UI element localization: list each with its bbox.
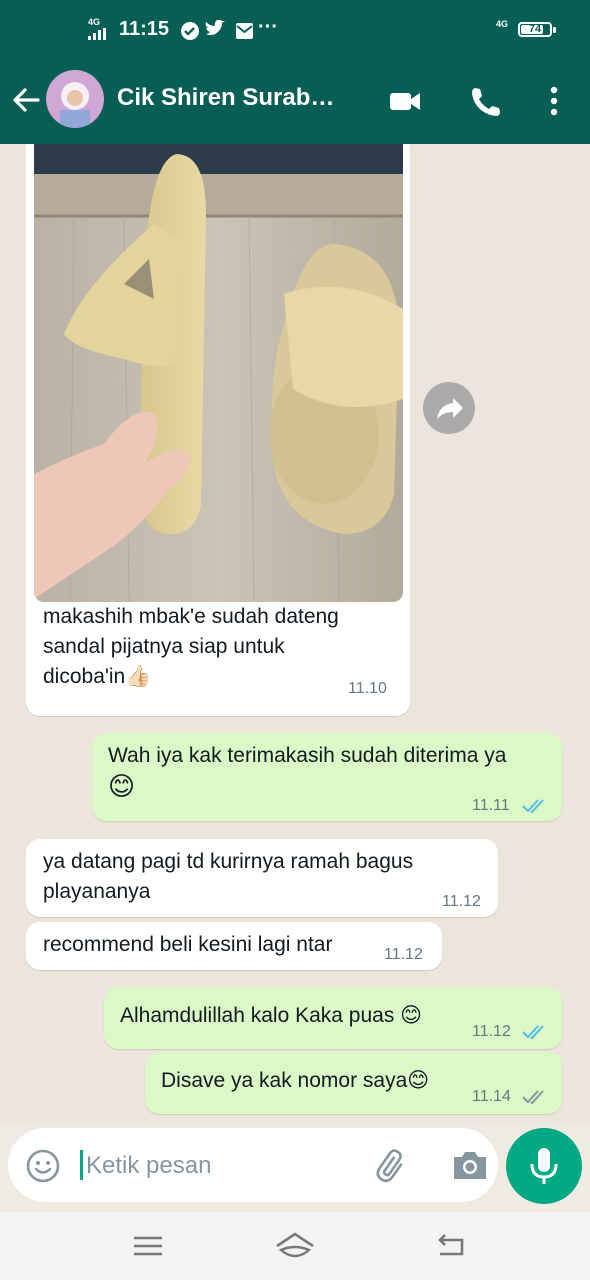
delivered-ticks-icon: [522, 1090, 544, 1105]
message-bubble-incoming[interactable]: recommend beli kesini lagi ntar 11.12: [26, 922, 442, 970]
message-time: 11.12: [472, 1023, 511, 1040]
battery-icon: 74: [518, 22, 556, 37]
back-arrow-icon[interactable]: [10, 84, 42, 116]
back-icon[interactable]: [432, 1230, 472, 1262]
message-input[interactable]: Ketik pesan: [86, 1152, 211, 1180]
more-notifications-icon: ···: [258, 16, 278, 38]
attach-icon[interactable]: [374, 1146, 412, 1184]
message-time: 11.14: [472, 1088, 511, 1105]
message-line: dicoba'in👍🏻: [43, 665, 152, 688]
home-icon[interactable]: [274, 1230, 316, 1262]
read-ticks-icon: [522, 1025, 544, 1040]
voice-call-icon[interactable]: [468, 84, 502, 118]
message-bubble-outgoing[interactable]: Disave ya kak nomor saya😊 11.14: [145, 1052, 562, 1114]
message-text: Disave ya kak nomor saya😊: [161, 1066, 429, 1096]
contact-avatar[interactable]: [46, 70, 104, 128]
more-options-icon[interactable]: [537, 84, 571, 118]
message-line: playananya: [43, 880, 151, 903]
message-composer: Ketik pesan: [8, 1128, 498, 1202]
message-text: recommend beli kesini lagi ntar: [43, 930, 332, 960]
forward-icon: [437, 398, 463, 419]
message-bubble-incoming[interactable]: ya datang pagi td kurirnya ramah bagus p…: [26, 839, 498, 917]
forward-button[interactable]: [423, 382, 475, 434]
contact-name[interactable]: Cik Shiren Surab…: [117, 84, 367, 112]
battery-level: 74: [528, 23, 542, 35]
system-navigation-bar: [0, 1212, 590, 1280]
network-type-left: 4G: [88, 17, 101, 27]
message-time: 11.11: [472, 797, 510, 814]
message-line: makashih mbak'e sudah dateng: [43, 605, 339, 628]
mail-icon: [236, 23, 253, 39]
microphone-icon: [530, 1148, 558, 1184]
message-line: ya datang pagi td kurirnya ramah bagus: [43, 850, 414, 873]
message-text: ya datang pagi td kurirnya ramah bagus p…: [43, 847, 413, 907]
video-call-icon[interactable]: [388, 84, 422, 118]
camera-icon[interactable]: [450, 1147, 490, 1183]
network-type-right: 4G: [496, 19, 509, 29]
message-time: 11.10: [348, 680, 387, 697]
message-bubble-incoming[interactable]: makashih mbak'e sudah dateng sandal pija…: [26, 144, 410, 716]
message-bubble-outgoing[interactable]: Wah iya kak terimakasih sudah diterima y…: [92, 733, 562, 821]
signal-icon: [88, 28, 106, 40]
message-line: Wah iya kak terimakasih sudah diterima y…: [108, 744, 507, 767]
sandal-photo[interactable]: [34, 144, 403, 602]
text-caret: [80, 1150, 83, 1180]
message-bubble-outgoing[interactable]: Alhamdulillah kalo Kaka puas 😊 11.12: [104, 987, 562, 1049]
message-text: Wah iya kak terimakasih sudah diterima y…: [108, 741, 506, 801]
voice-message-button[interactable]: [506, 1128, 582, 1204]
emoji-icon[interactable]: [25, 1148, 61, 1184]
check-circle-icon: [181, 22, 199, 40]
status-time: 11:15: [119, 18, 170, 40]
twitter-icon: [205, 20, 225, 36]
message-line: Disave ya kak nomor saya😊: [161, 1069, 430, 1092]
chat-area[interactable]: makashih mbak'e sudah dateng sandal pija…: [0, 144, 590, 1124]
status-bar: 4G 11:15 ··· 4G 74: [0, 0, 590, 62]
message-line: sandal pijatnya siap untuk: [43, 635, 285, 658]
message-text: Alhamdulillah kalo Kaka puas 😊: [120, 1001, 422, 1031]
message-line: Alhamdulillah kalo Kaka puas 😊: [120, 1004, 423, 1027]
message-time: 11.12: [442, 893, 481, 910]
message-time: 11.12: [384, 946, 423, 963]
message-text: makashih mbak'e sudah dateng sandal pija…: [43, 602, 393, 692]
read-ticks-icon: [522, 799, 544, 814]
smiling-emoji: 😊: [108, 771, 136, 801]
message-line: recommend beli kesini lagi ntar: [43, 933, 333, 956]
chat-header: Cik Shiren Surab…: [0, 62, 590, 144]
menu-icon[interactable]: [128, 1230, 168, 1262]
